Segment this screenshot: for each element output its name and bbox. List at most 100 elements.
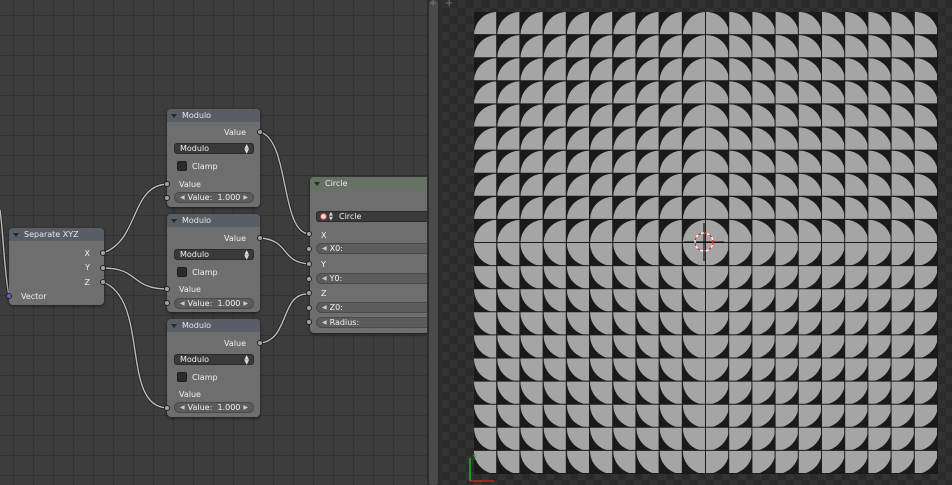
clamp-label: Clamp bbox=[192, 372, 218, 382]
output-x-label: X bbox=[84, 248, 90, 258]
increment-arrow-icon[interactable]: ▶ bbox=[243, 404, 248, 411]
modulo-node[interactable]: Modulo Value Modulo ▲ ▼ Clamp Value ◀ Val… bbox=[167, 319, 260, 417]
collapse-arrow-icon[interactable] bbox=[314, 181, 320, 186]
field-label: Value: bbox=[187, 299, 213, 308]
radius-field[interactable]: ◀ Radius: bbox=[316, 317, 427, 328]
output-y-socket[interactable] bbox=[100, 265, 106, 271]
field-label: Value: bbox=[187, 403, 213, 412]
field-value: 1.000 bbox=[217, 299, 241, 308]
input-z-row: Z bbox=[310, 287, 427, 299]
decrement-arrow-icon[interactable]: ◀ bbox=[322, 304, 327, 311]
shape-value: Circle bbox=[339, 212, 362, 221]
input-z-label: Z bbox=[321, 288, 327, 298]
collapse-arrow-icon[interactable] bbox=[13, 232, 19, 237]
input-y-socket[interactable] bbox=[306, 261, 312, 267]
input-x-row: X bbox=[310, 229, 427, 241]
x0-field[interactable]: ◀ X0: bbox=[316, 243, 427, 254]
y0-socket[interactable] bbox=[306, 276, 312, 282]
clamp-checkbox-row[interactable]: Clamp bbox=[177, 267, 218, 277]
output-label: Value bbox=[224, 127, 246, 137]
clamp-checkbox[interactable] bbox=[177, 161, 187, 171]
decrement-arrow-icon[interactable]: ◀ bbox=[180, 300, 185, 307]
area-corner-plus-icon[interactable]: + bbox=[445, 0, 453, 9]
radius-socket[interactable] bbox=[306, 319, 312, 325]
clamp-label: Clamp bbox=[192, 161, 218, 171]
clamp-checkbox[interactable] bbox=[177, 372, 187, 382]
collapse-arrow-icon[interactable] bbox=[171, 218, 177, 223]
output-label: Value bbox=[224, 338, 246, 348]
field-label: Z0: bbox=[329, 303, 343, 312]
modulo-node[interactable]: Modulo Value Modulo ▲ ▼ Clamp Value ◀ Val… bbox=[167, 109, 260, 207]
input-vector-socket[interactable] bbox=[6, 293, 12, 299]
decrement-arrow-icon[interactable]: ◀ bbox=[180, 194, 185, 201]
node-title: Separate XYZ bbox=[24, 230, 79, 239]
node-header[interactable]: Separate XYZ bbox=[9, 228, 104, 241]
output-z-label: Z bbox=[84, 277, 90, 287]
increment-arrow-icon[interactable]: ▶ bbox=[243, 300, 248, 307]
area-corner-plus-icon[interactable]: + bbox=[429, 0, 437, 9]
clamp-checkbox-row[interactable]: Clamp bbox=[177, 161, 218, 171]
value-field[interactable]: ◀ Value: 1.000 ▶ bbox=[174, 192, 254, 203]
svg-text:Y: Y bbox=[472, 454, 478, 462]
input-z-socket[interactable] bbox=[306, 290, 312, 296]
node-header[interactable]: Modulo bbox=[167, 109, 260, 122]
decrement-arrow-icon[interactable]: ◀ bbox=[322, 275, 327, 282]
input-label: Value bbox=[179, 389, 201, 399]
decrement-arrow-icon[interactable]: ◀ bbox=[322, 245, 327, 252]
modulo-node[interactable]: Modulo Value Modulo ▲ ▼ Clamp Value ◀ Val… bbox=[167, 214, 260, 312]
increment-arrow-icon[interactable]: ▶ bbox=[243, 194, 248, 201]
y0-field[interactable]: ◀ Y0: bbox=[316, 273, 427, 284]
output-x-socket[interactable] bbox=[100, 250, 106, 256]
value-field[interactable]: ◀ Value: 1.000 ▶ bbox=[174, 402, 254, 413]
input-y-label: Y bbox=[321, 259, 326, 269]
field-value: 1.000 bbox=[217, 193, 241, 202]
operation-value: Modulo bbox=[180, 144, 210, 153]
node-header[interactable]: Modulo bbox=[167, 319, 260, 332]
x0-socket[interactable] bbox=[306, 246, 312, 252]
field-socket[interactable] bbox=[164, 195, 170, 201]
circle-node[interactable]: Circle ▲ ▼ Circle X ◀ X0: Y ◀ Y0: Z ◀ Z0: ◀ R… bbox=[310, 177, 427, 333]
collapse-arrow-icon[interactable] bbox=[171, 113, 177, 118]
clamp-label: Clamp bbox=[192, 267, 218, 277]
updown-arrows-icon: ▲ ▼ bbox=[329, 211, 333, 222]
output-y-row: Y bbox=[9, 261, 104, 273]
field-socket[interactable] bbox=[164, 300, 170, 306]
input-socket[interactable] bbox=[164, 181, 170, 187]
collapse-arrow-icon[interactable] bbox=[171, 323, 177, 328]
operation-value: Modulo bbox=[180, 250, 210, 259]
output-socket[interactable] bbox=[257, 235, 263, 241]
input-x-socket[interactable] bbox=[306, 231, 312, 237]
xy-axis-gizmo-icon: Y bbox=[469, 454, 494, 482]
input-socket[interactable] bbox=[164, 286, 170, 292]
operation-select[interactable]: Modulo ▲ ▼ bbox=[174, 249, 254, 261]
node-header[interactable]: Circle bbox=[310, 177, 427, 190]
node-header[interactable]: Modulo bbox=[167, 214, 260, 227]
input-vector-row: Vector bbox=[9, 290, 104, 302]
operation-select[interactable]: Modulo ▲ ▼ bbox=[174, 354, 254, 366]
node-editor[interactable]: Separate XYZ X Y Z Vector Modulo Value M… bbox=[0, 0, 427, 485]
decrement-arrow-icon[interactable]: ◀ bbox=[180, 404, 185, 411]
node-title: Circle bbox=[325, 179, 348, 188]
crosshair-cursor-icon[interactable] bbox=[682, 222, 726, 262]
output-socket[interactable] bbox=[257, 129, 263, 135]
operation-value: Modulo bbox=[180, 355, 210, 364]
field-value: 1.000 bbox=[217, 403, 241, 412]
z0-socket[interactable] bbox=[306, 305, 312, 311]
updown-arrows-icon: ▲ ▼ bbox=[244, 354, 249, 366]
splitter-bar[interactable] bbox=[429, 0, 438, 485]
field-label: Radius: bbox=[329, 318, 360, 327]
clamp-checkbox-row[interactable]: Clamp bbox=[177, 372, 218, 382]
decrement-arrow-icon[interactable]: ◀ bbox=[322, 319, 327, 326]
operation-select[interactable]: Modulo ▲ ▼ bbox=[174, 143, 254, 155]
output-z-socket[interactable] bbox=[100, 279, 106, 285]
shape-select[interactable]: ▲ ▼ Circle bbox=[316, 211, 427, 222]
z0-field[interactable]: ◀ Z0: bbox=[316, 302, 427, 313]
area-splitter[interactable]: + bbox=[427, 0, 442, 485]
clamp-checkbox[interactable] bbox=[177, 267, 187, 277]
value-field[interactable]: ◀ Value: 1.000 ▶ bbox=[174, 298, 254, 309]
separate-xyz-node[interactable]: Separate XYZ X Y Z Vector bbox=[9, 228, 104, 305]
input-row: Value bbox=[167, 283, 260, 295]
output-x-row: X bbox=[9, 247, 104, 259]
input-socket[interactable] bbox=[164, 405, 170, 411]
output-socket[interactable] bbox=[257, 340, 263, 346]
